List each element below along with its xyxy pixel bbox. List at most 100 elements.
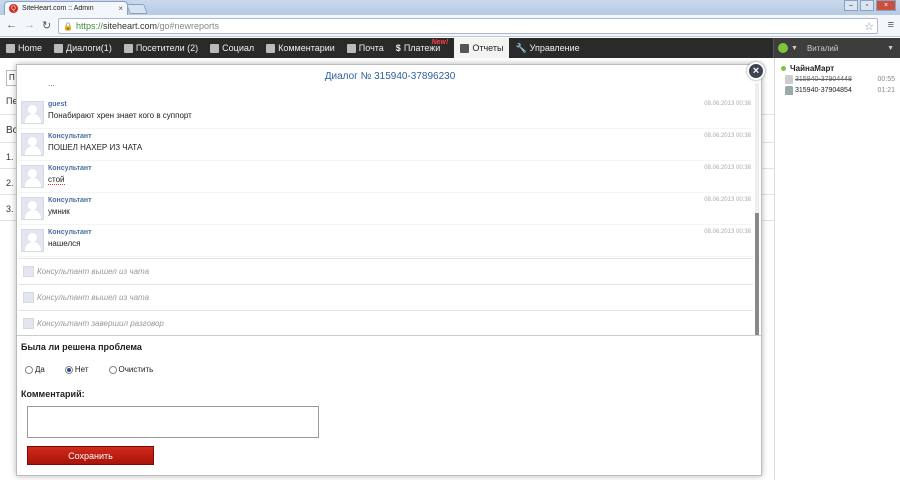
bg-list-item: 1. bbox=[6, 152, 14, 162]
problem-solved-question: Была ли решена проблема bbox=[21, 342, 142, 352]
chat-event: Консультант вышел из чата bbox=[19, 258, 753, 284]
nav-item-mail[interactable]: Почта bbox=[341, 38, 390, 58]
chat-message: guest Понабирают хрен знает кого в суппо… bbox=[19, 97, 753, 129]
operator-name: Виталий bbox=[806, 43, 839, 53]
visitor-id: 315940-37904854 bbox=[795, 87, 852, 94]
dollar-icon: $ bbox=[395, 43, 401, 53]
chevron-down-icon[interactable]: ▼ bbox=[791, 45, 798, 52]
message-text: умник bbox=[48, 207, 70, 216]
radio-label: Очистить bbox=[118, 365, 154, 374]
nav-item-social[interactable]: Социал bbox=[204, 38, 260, 58]
maximize-button[interactable]: ▫ bbox=[860, 0, 874, 11]
radio-yes[interactable]: Да bbox=[25, 365, 45, 374]
bookmark-star-icon[interactable]: ☆ bbox=[864, 20, 874, 33]
comments-icon bbox=[266, 43, 276, 53]
window-close-button[interactable]: × bbox=[876, 0, 896, 11]
radio-circle[interactable] bbox=[108, 365, 117, 374]
radio-label: Да bbox=[35, 365, 45, 374]
bg-list-item: 2. bbox=[6, 178, 14, 188]
nav-item-comments[interactable]: Комментарии bbox=[260, 38, 341, 58]
operator-status-box[interactable]: ▼ Виталий ▼ bbox=[773, 38, 900, 58]
visitor-item[interactable]: 315940-37904854 01:21 bbox=[785, 86, 895, 95]
problem-solved-options: Да Нет Очистить bbox=[25, 365, 153, 374]
users-icon bbox=[123, 43, 133, 53]
browser-menu-icon[interactable]: ≡ bbox=[888, 19, 894, 31]
chat-scrollbar[interactable] bbox=[755, 83, 759, 335]
message-text: Понабирают хрен знает кого в суппорт bbox=[48, 111, 192, 120]
avatar bbox=[23, 292, 34, 303]
nav-item-visitors[interactable]: Посетители (2) bbox=[118, 38, 204, 58]
online-status-icon[interactable] bbox=[778, 43, 788, 53]
message-time: 08.06.2013 00:38 bbox=[704, 165, 751, 171]
feedback-form: Была ли решена проблема Да Нет Очистить … bbox=[17, 335, 763, 477]
home-icon bbox=[6, 43, 15, 53]
nav-item-dialogs[interactable]: Диалоги(1) bbox=[48, 38, 118, 58]
forward-arrow-icon[interactable]: → bbox=[24, 19, 35, 31]
visitor-id: 315940-37904448 bbox=[795, 76, 852, 83]
nav-label: Управление bbox=[529, 43, 580, 53]
message-author: Консультант bbox=[48, 165, 92, 172]
nav-item-home[interactable]: Home bbox=[0, 38, 48, 58]
chat-message: Консультант нашелся 08.06.2013 00:38 bbox=[19, 225, 753, 257]
minimize-button[interactable]: – bbox=[844, 0, 858, 11]
window-controls: – ▫ × bbox=[844, 0, 896, 11]
social-icon bbox=[210, 43, 220, 53]
mail-icon bbox=[346, 43, 356, 53]
bg-list-item: 3. bbox=[6, 204, 14, 214]
radio-circle[interactable] bbox=[25, 365, 33, 374]
save-button[interactable]: Сохранить bbox=[27, 446, 154, 465]
chat-message: Консультант умник 08.06.2013 00:38 bbox=[19, 193, 753, 225]
nav-label: Почта bbox=[358, 43, 384, 53]
message-text: стой bbox=[48, 175, 65, 185]
nav-label: Home bbox=[18, 43, 43, 53]
dialog-title: Диалог № 315940-37896230 bbox=[324, 71, 456, 82]
nav-item-reports[interactable]: Отчеты bbox=[454, 38, 510, 58]
avatar bbox=[23, 266, 34, 277]
chat-icon bbox=[54, 43, 64, 53]
nav-label: Посетители (2) bbox=[135, 43, 199, 53]
wrench-icon: 🔧 bbox=[515, 42, 527, 53]
visitor-time: 00:55 bbox=[877, 76, 895, 83]
nav-label: Отчеты bbox=[472, 43, 504, 53]
browser-toolbar: ← → ↻ 🔒 https:// siteheart.com /go#newre… bbox=[0, 15, 900, 37]
visitor-time: 01:21 bbox=[877, 87, 895, 94]
reload-icon[interactable]: ↻ bbox=[42, 19, 51, 32]
online-dot-icon bbox=[781, 66, 786, 71]
message-time: 08.06.2013 00:38 bbox=[704, 101, 751, 107]
avatar bbox=[21, 101, 44, 124]
chat-message: Консультант ПОШЕЛ НАХЕР ИЗ ЧАТА 08.06.20… bbox=[19, 129, 753, 161]
avatar bbox=[21, 229, 44, 252]
scrollbar-thumb[interactable] bbox=[755, 213, 759, 335]
message-author: Консультант bbox=[48, 133, 92, 140]
close-dialog-icon[interactable]: × bbox=[747, 62, 765, 80]
browser-tab[interactable]: Q SiteHeart.com :: Admin × bbox=[4, 1, 128, 15]
message-time: 08.06.2013 00:38 bbox=[704, 197, 751, 203]
chat-event: Консультант завершил разговор bbox=[19, 310, 753, 335]
radio-clear[interactable]: Очистить bbox=[108, 365, 154, 374]
new-badge: New! bbox=[431, 39, 449, 46]
chevron-down-icon[interactable]: ▼ bbox=[887, 45, 894, 52]
comment-textarea[interactable] bbox=[27, 406, 319, 438]
visitor-item[interactable]: 315940-37904448 00:55 bbox=[785, 75, 895, 84]
message-author: guest bbox=[48, 101, 67, 108]
new-tab-button[interactable] bbox=[126, 4, 148, 14]
chat-message: Консультант стой 08.06.2013 00:38 bbox=[19, 161, 753, 193]
back-arrow-icon[interactable]: ← bbox=[6, 19, 17, 31]
message-text: нашелся bbox=[48, 239, 81, 248]
site-group-name: ЧайнаМарт bbox=[790, 64, 835, 73]
nav-item-payments[interactable]: $ Платежи New! bbox=[390, 38, 449, 58]
event-text: Консультант вышел из чата bbox=[37, 267, 150, 276]
site-group[interactable]: ЧайнаМарт bbox=[781, 64, 834, 73]
address-bar[interactable]: 🔒 https:// siteheart.com /go#newreports … bbox=[58, 18, 878, 34]
radio-no[interactable]: Нет bbox=[64, 365, 89, 374]
partial-message-text: ... bbox=[48, 83, 55, 88]
tab-close-icon[interactable]: × bbox=[118, 4, 123, 13]
visitors-sidebar: ЧайнаМарт 315940-37904448 00:55 315940-3… bbox=[774, 58, 900, 480]
radio-circle[interactable] bbox=[64, 365, 73, 374]
siteheart-favicon-icon: Q bbox=[9, 4, 18, 13]
chat-transcript[interactable]: ... guest Понабирают хрен знает кого в с… bbox=[19, 83, 759, 335]
nav-item-management[interactable]: 🔧 Управление bbox=[509, 38, 585, 58]
nav-label: Комментарии bbox=[278, 43, 335, 53]
message-time: 08.06.2013 00:38 bbox=[704, 229, 751, 235]
message-author: Консультант bbox=[48, 229, 92, 236]
